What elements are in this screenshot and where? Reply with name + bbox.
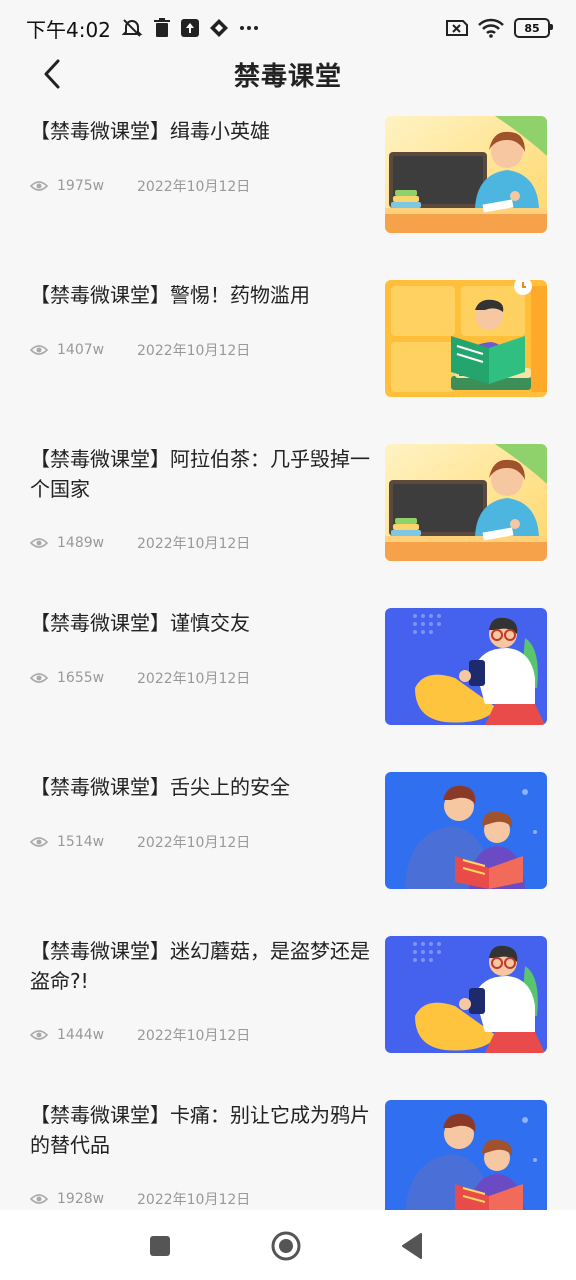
article-title: 【禁毒微课堂】舌尖上的安全 <box>30 775 290 799</box>
phone-man-illustration <box>385 608 547 725</box>
phone-man-illustration <box>385 936 547 1053</box>
article-thumbnail[interactable] <box>385 116 547 233</box>
status-time: 下午4:02 <box>26 17 111 42</box>
family-reading-illustration <box>385 772 547 889</box>
battery-icon: 85 <box>514 18 553 38</box>
view-count: 1514w <box>57 834 105 850</box>
publish-date: 2022年10月12日 <box>137 1192 251 1208</box>
list-item[interactable]: 【禁毒微课堂】迷幻蘑菇，是盗梦还是盗命?! 1444w 2022年10月12日 <box>0 928 576 1060</box>
home-button[interactable] <box>270 1230 302 1262</box>
article-thumbnail[interactable] <box>385 772 547 889</box>
article-meta: 1407w 2022年10月12日 <box>30 340 250 360</box>
article-thumbnail[interactable] <box>385 1100 547 1217</box>
article-title: 【禁毒微课堂】卡痛：别让它成为鸦片的替代品 <box>30 1103 370 1157</box>
article-meta: 1444w 2022年10月12日 <box>30 1025 250 1045</box>
trash-icon <box>153 18 171 38</box>
article-title: 【禁毒微课堂】阿拉伯茶：几乎毁掉一个国家 <box>30 447 370 501</box>
back-nav-button[interactable] <box>396 1230 428 1262</box>
article-title: 【禁毒微课堂】警惕！药物滥用 <box>30 283 310 307</box>
recent-apps-button[interactable] <box>144 1230 176 1262</box>
eye-icon <box>30 345 48 355</box>
list-item[interactable]: 【禁毒微课堂】阿拉伯茶：几乎毁掉一个国家 1489w 2022年10月12日 <box>0 436 576 568</box>
article-title: 【禁毒微课堂】缉毒小英雄 <box>30 119 270 143</box>
eye-icon <box>30 837 48 847</box>
article-meta: 1655w 2022年10月12日 <box>30 668 250 688</box>
no-sim-icon <box>446 19 468 37</box>
list-item[interactable]: 【禁毒微课堂】卡痛：别让它成为鸦片的替代品 1928w 2022年10月12日 <box>0 1092 576 1224</box>
eye-icon <box>30 181 48 191</box>
eye-icon <box>30 673 48 683</box>
view-count: 1655w <box>57 670 105 686</box>
view-count: 1975w <box>57 178 105 194</box>
article-thumbnail[interactable] <box>385 444 547 561</box>
publish-date: 2022年10月12日 <box>137 835 251 851</box>
back-arrow-icon <box>44 59 60 89</box>
list-item[interactable]: 【禁毒微课堂】谨慎交友 1655w 2022年10月12日 <box>0 600 576 732</box>
header: 禁毒课堂 <box>0 52 576 96</box>
classroom-illustration <box>385 444 547 561</box>
silent-bell-icon <box>121 17 143 39</box>
view-count: 1489w <box>57 535 105 551</box>
reading-boy-illustration <box>385 280 547 397</box>
circle-icon <box>271 1231 301 1261</box>
view-count: 1444w <box>57 1027 105 1043</box>
classroom-illustration <box>385 116 547 233</box>
article-thumbnail[interactable] <box>385 280 547 397</box>
list-item[interactable]: 【禁毒微课堂】警惕！药物滥用 1407w 2022年10月12日 <box>0 272 576 404</box>
system-nav-bar <box>0 1210 576 1280</box>
publish-date: 2022年10月12日 <box>137 179 251 195</box>
view-count: 1928w <box>57 1191 105 1207</box>
triangle-back-icon <box>402 1233 422 1259</box>
article-title: 【禁毒微课堂】迷幻蘑菇，是盗梦还是盗命?! <box>30 939 370 993</box>
article-meta: 1514w 2022年10月12日 <box>30 832 250 852</box>
article-thumbnail[interactable] <box>385 608 547 725</box>
view-count: 1407w <box>57 342 105 358</box>
page-title: 禁毒课堂 <box>233 61 342 92</box>
list-item[interactable]: 【禁毒微课堂】缉毒小英雄 1975w 2022年10月12日 <box>0 108 576 240</box>
article-meta: 1975w 2022年10月12日 <box>30 176 250 196</box>
back-button[interactable] <box>30 54 74 94</box>
publish-date: 2022年10月12日 <box>137 343 251 359</box>
article-meta: 1489w 2022年10月12日 <box>30 533 250 553</box>
publish-date: 2022年10月12日 <box>137 1028 251 1044</box>
article-thumbnail[interactable] <box>385 936 547 1053</box>
article-title: 【禁毒微课堂】谨慎交友 <box>30 611 250 635</box>
wifi-icon <box>478 18 504 38</box>
publish-date: 2022年10月12日 <box>137 671 251 687</box>
family-reading-illustration <box>385 1100 547 1217</box>
publish-date: 2022年10月12日 <box>137 536 251 552</box>
app-notification-icon <box>209 18 229 38</box>
eye-icon <box>30 1030 48 1040</box>
eye-icon <box>30 1194 48 1204</box>
eye-icon <box>30 538 48 548</box>
square-icon <box>150 1236 170 1256</box>
list-item[interactable]: 【禁毒微课堂】舌尖上的安全 1514w 2022年10月12日 <box>0 764 576 896</box>
upload-icon <box>180 19 199 37</box>
status-bar: 下午4:02 85 <box>0 0 576 56</box>
more-dots-icon <box>239 25 259 31</box>
article-meta: 1928w 2022年10月12日 <box>30 1189 250 1209</box>
